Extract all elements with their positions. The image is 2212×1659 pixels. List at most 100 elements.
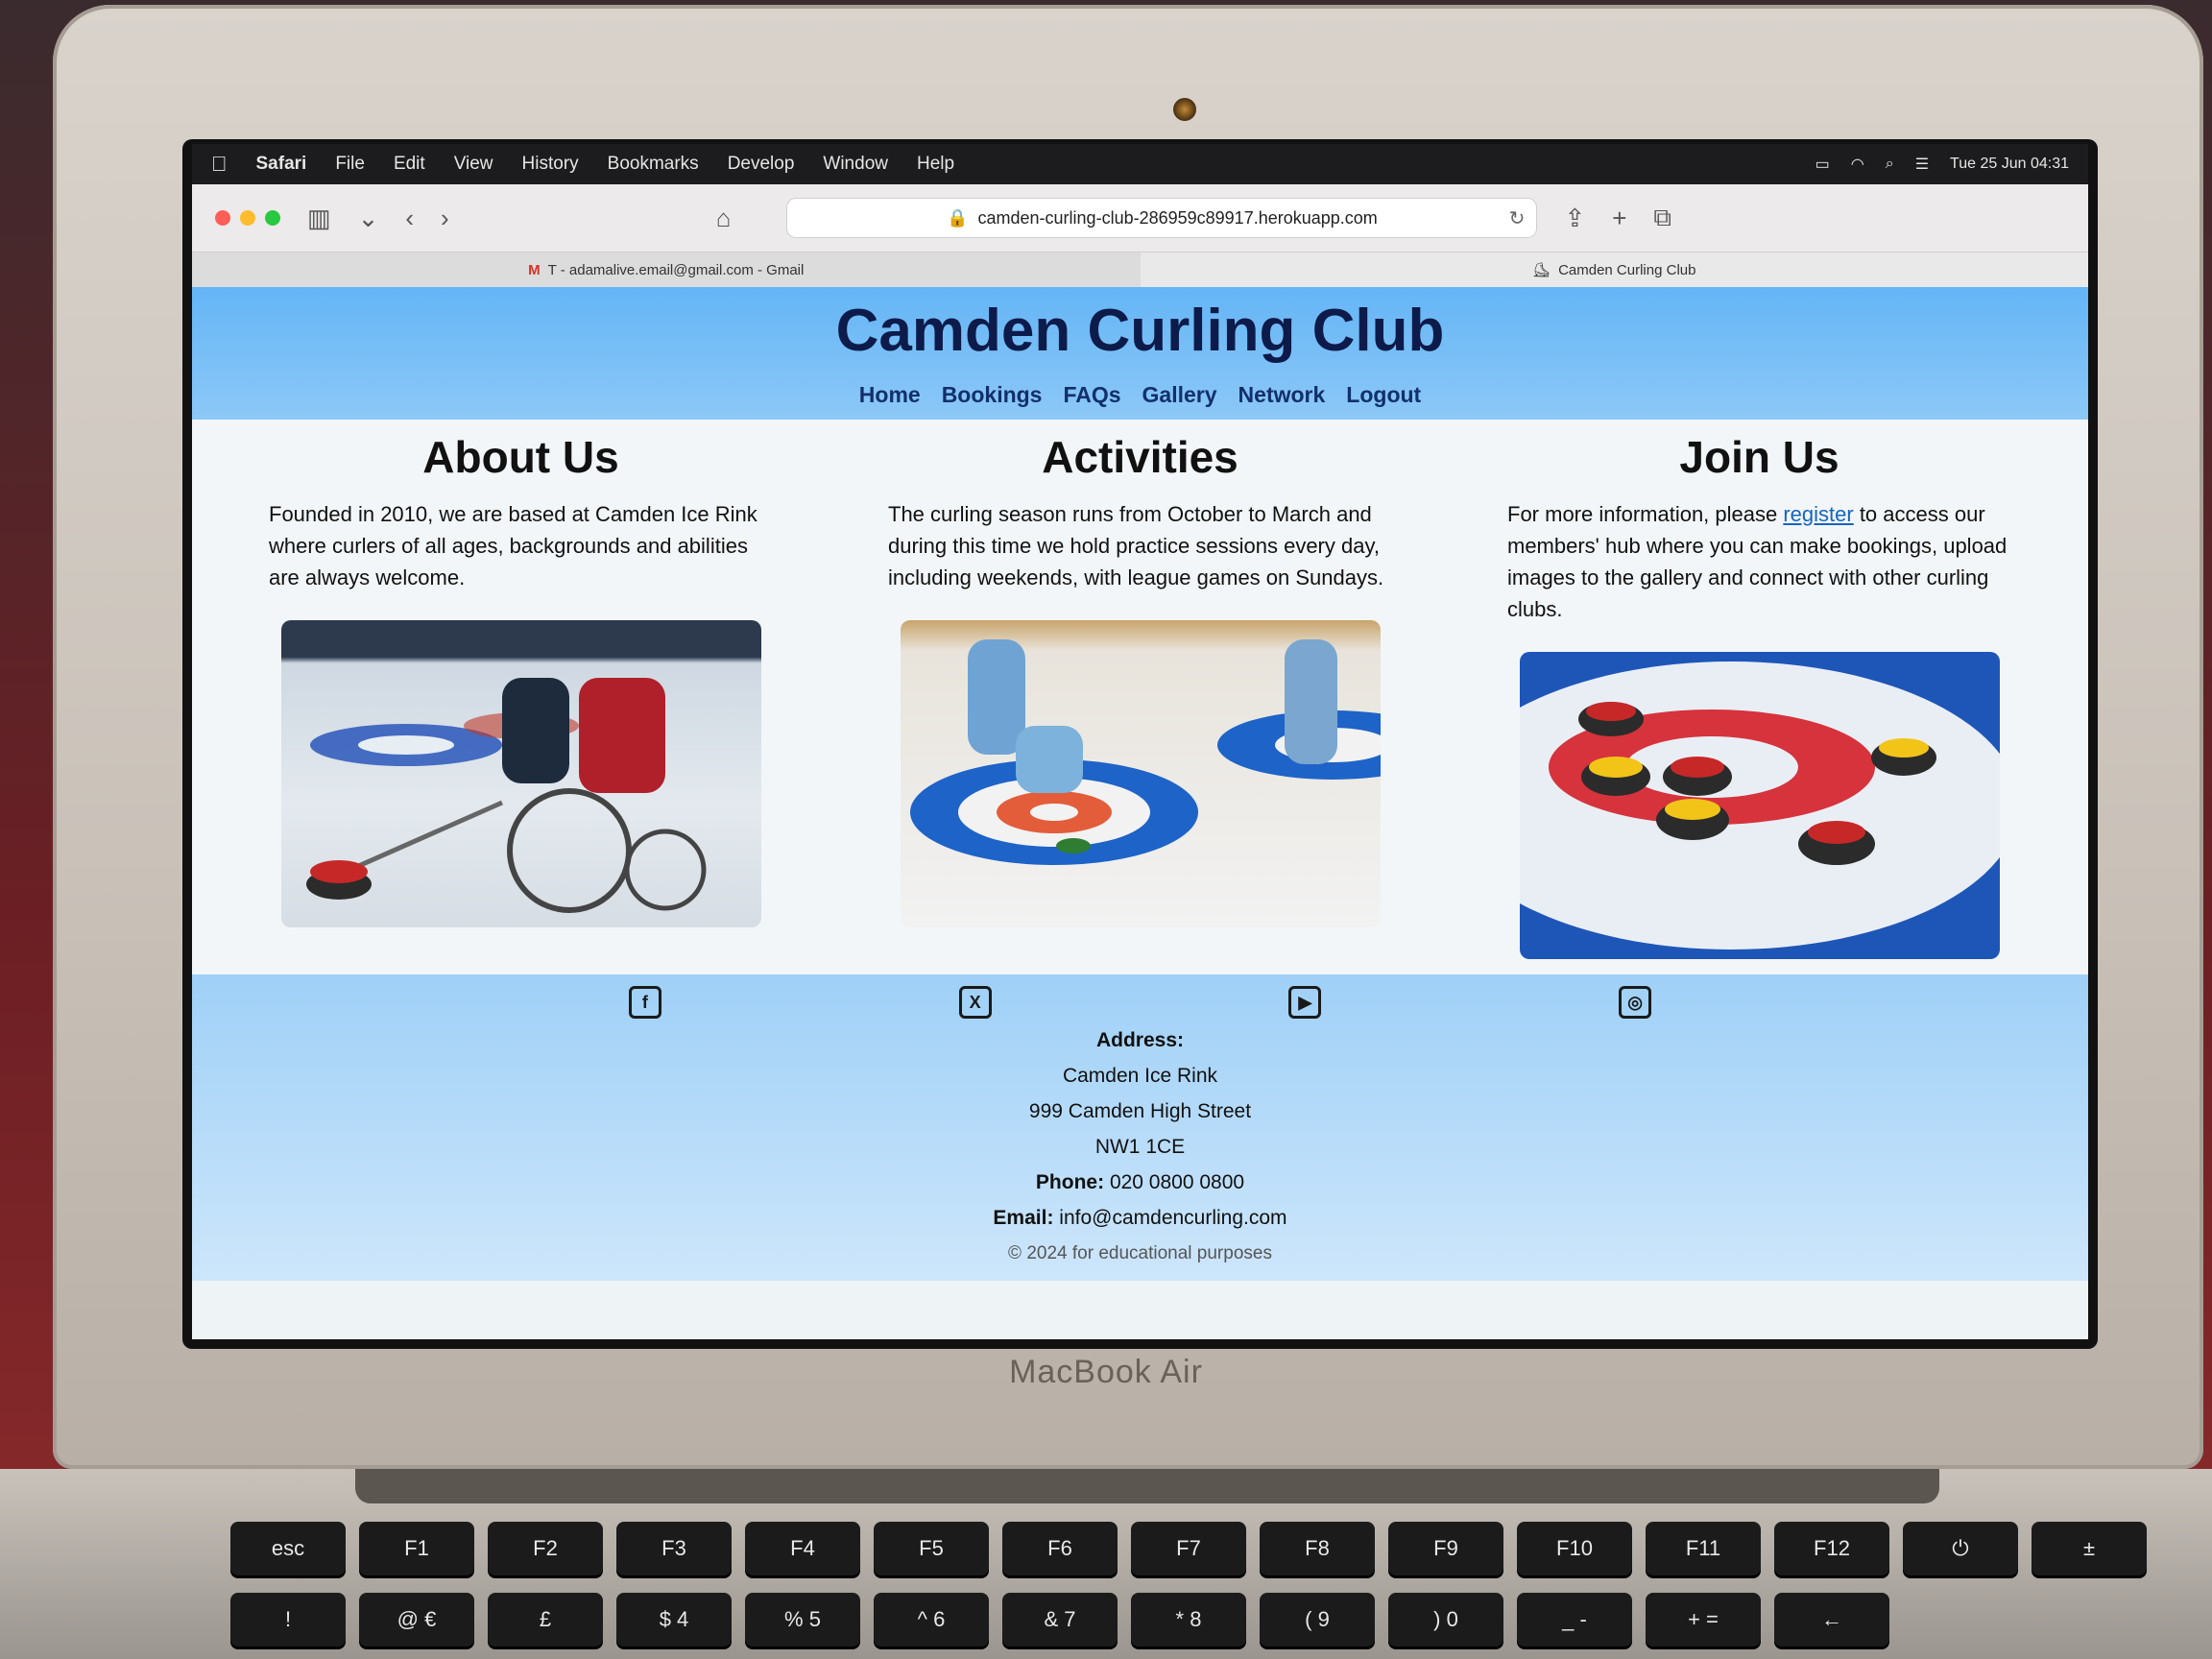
key-f3[interactable]: F3	[616, 1522, 732, 1575]
keyboard: esc F1 F2 F3 F4 F5 F6 F7 F8 F9 F10 F11 F…	[230, 1522, 2199, 1647]
url-text: camden-curling-club-286959c89917.herokua…	[977, 207, 1378, 228]
nav-bookings[interactable]: Bookings	[942, 382, 1043, 408]
laptop-brand: MacBook Air	[1009, 1354, 1203, 1390]
facebook-icon[interactable]: f	[628, 986, 661, 1019]
menu-history[interactable]: History	[522, 154, 579, 175]
nav-home[interactable]: Home	[859, 382, 921, 408]
join-text-before: For more information, please	[1507, 502, 1784, 526]
gmail-icon: M	[528, 261, 541, 278]
apple-icon[interactable]: 	[211, 152, 228, 177]
about-heading: About Us	[422, 432, 619, 482]
tab-bar: M T - adamalive.email@gmail.com - Gmail …	[192, 252, 2088, 287]
key-6[interactable]: ^ 6	[874, 1593, 989, 1647]
menu-bookmarks[interactable]: Bookmarks	[608, 154, 699, 175]
window-controls	[215, 210, 280, 226]
about-section: About Us Founded in 2010, we are based a…	[230, 427, 811, 974]
curling-stones-photo	[1519, 652, 2000, 959]
instagram-icon[interactable]: ◎	[1619, 986, 1652, 1019]
key-minus[interactable]: _ -	[1517, 1593, 1632, 1647]
address-line: NW1 1CE	[1094, 1136, 1186, 1158]
key-f1[interactable]: F1	[359, 1522, 474, 1575]
camera	[1173, 98, 1196, 121]
join-text: For more information, please register to…	[1507, 498, 2011, 625]
tab-camden-curling[interactable]: ⛸ Camden Curling Club	[1140, 252, 2088, 287]
tab-overview-icon[interactable]: ⧉	[1653, 203, 1671, 233]
key-f9[interactable]: F9	[1388, 1522, 1503, 1575]
home-icon[interactable]: ⌂	[716, 204, 732, 233]
key-1[interactable]: !	[230, 1593, 346, 1647]
key-f11[interactable]: F11	[1646, 1522, 1761, 1575]
key-equals[interactable]: + =	[1646, 1593, 1761, 1647]
wheelchair-curling-photo	[280, 620, 761, 927]
nav-network[interactable]: Network	[1238, 382, 1326, 408]
address-line: 999 Camden High Street	[1028, 1100, 1252, 1122]
key-f7[interactable]: F7	[1131, 1522, 1246, 1575]
search-icon[interactable]: ⌕	[1886, 156, 1894, 173]
youtube-icon[interactable]: ▶	[1288, 986, 1322, 1019]
key-7[interactable]: & 7	[1002, 1593, 1118, 1647]
site-title: Camden Curling Club	[835, 298, 1445, 364]
key-2[interactable]: @ €	[359, 1593, 474, 1647]
join-heading: Join Us	[1679, 432, 1839, 482]
hinge	[355, 1469, 1939, 1503]
back-icon[interactable]: ‹	[405, 204, 414, 233]
key-backspace[interactable]: ←	[1774, 1593, 1889, 1647]
nav-logout[interactable]: Logout	[1346, 382, 1421, 408]
minimize-button[interactable]	[240, 210, 255, 226]
menu-help[interactable]: Help	[917, 154, 954, 175]
status-area: ▭ ◠ ⌕ ☰ Tue 25 Jun 04:31	[1815, 155, 2069, 174]
x-icon[interactable]: X	[958, 986, 992, 1019]
clock[interactable]: Tue 25 Jun 04:31	[1950, 156, 2069, 173]
control-center-icon[interactable]: ☰	[1915, 155, 1929, 174]
site-footer: f X ▶ ◎ Address: Camden Ice Rink 999 Cam…	[192, 974, 2088, 1281]
key-f12[interactable]: F12	[1774, 1522, 1889, 1575]
chevron-down-icon[interactable]: ⌄	[358, 204, 379, 233]
register-link[interactable]: register	[1783, 502, 1853, 526]
site-header: Camden Curling Club Home Bookings FAQs G…	[192, 287, 2088, 420]
zoom-button[interactable]	[265, 210, 280, 226]
key-f2[interactable]: F2	[488, 1522, 603, 1575]
key-f4[interactable]: F4	[745, 1522, 860, 1575]
key-f6[interactable]: F6	[1002, 1522, 1118, 1575]
key-f5[interactable]: F5	[874, 1522, 989, 1575]
menu-file[interactable]: File	[335, 154, 365, 175]
key-power[interactable]: ⏻	[1903, 1522, 2018, 1575]
menu-edit[interactable]: Edit	[394, 154, 425, 175]
activities-text: The curling season runs from October to …	[888, 502, 1384, 589]
menu-view[interactable]: View	[454, 154, 493, 175]
address-bar[interactable]: 🔒 camden-curling-club-286959c89917.herok…	[786, 198, 1538, 238]
browser-toolbar: ▥ ⌄ ‹ › ⌂ 🔒 camden-curling-club-286959c8…	[192, 184, 2088, 252]
menu-safari[interactable]: Safari	[256, 154, 307, 175]
join-section: Join Us For more information, please reg…	[1469, 427, 2050, 974]
key-3[interactable]: £	[488, 1593, 603, 1647]
wifi-icon[interactable]: ◠	[1851, 155, 1864, 174]
key-f10[interactable]: F10	[1517, 1522, 1632, 1575]
battery-icon[interactable]: ▭	[1815, 155, 1830, 174]
key-5[interactable]: % 5	[745, 1593, 860, 1647]
social-links: f X ▶ ◎	[192, 986, 2088, 1019]
key-esc[interactable]: esc	[230, 1522, 346, 1575]
key-4[interactable]: $ 4	[616, 1593, 732, 1647]
nav-gallery[interactable]: Gallery	[1142, 382, 1217, 408]
tab-label: Camden Curling Club	[1558, 261, 1696, 278]
sidebar-icon[interactable]: ▥	[307, 204, 331, 233]
reload-icon[interactable]: ↻	[1509, 206, 1526, 230]
screen:  Safari File Edit View History Bookmark…	[192, 144, 2088, 1339]
menu-window[interactable]: Window	[823, 154, 888, 175]
key-plusminus[interactable]: ±	[2032, 1522, 2147, 1575]
share-icon[interactable]: ⇪	[1564, 204, 1585, 233]
tab-label: T - adamalive.email@gmail.com - Gmail	[547, 261, 805, 278]
key-8[interactable]: * 8	[1131, 1593, 1246, 1647]
close-button[interactable]	[215, 210, 230, 226]
nav-faqs[interactable]: FAQs	[1063, 382, 1120, 408]
forward-icon[interactable]: ›	[441, 204, 449, 233]
key-9[interactable]: ( 9	[1260, 1593, 1375, 1647]
address-label: Address:	[1095, 1029, 1185, 1051]
main-nav: Home Bookings FAQs Gallery Network Logou…	[192, 382, 2088, 408]
key-0[interactable]: ) 0	[1388, 1593, 1503, 1647]
key-f8[interactable]: F8	[1260, 1522, 1375, 1575]
tab-gmail[interactable]: M T - adamalive.email@gmail.com - Gmail	[192, 252, 1141, 287]
sweeping-photo	[900, 620, 1381, 927]
new-tab-icon[interactable]: +	[1612, 204, 1626, 233]
menu-develop[interactable]: Develop	[728, 154, 795, 175]
